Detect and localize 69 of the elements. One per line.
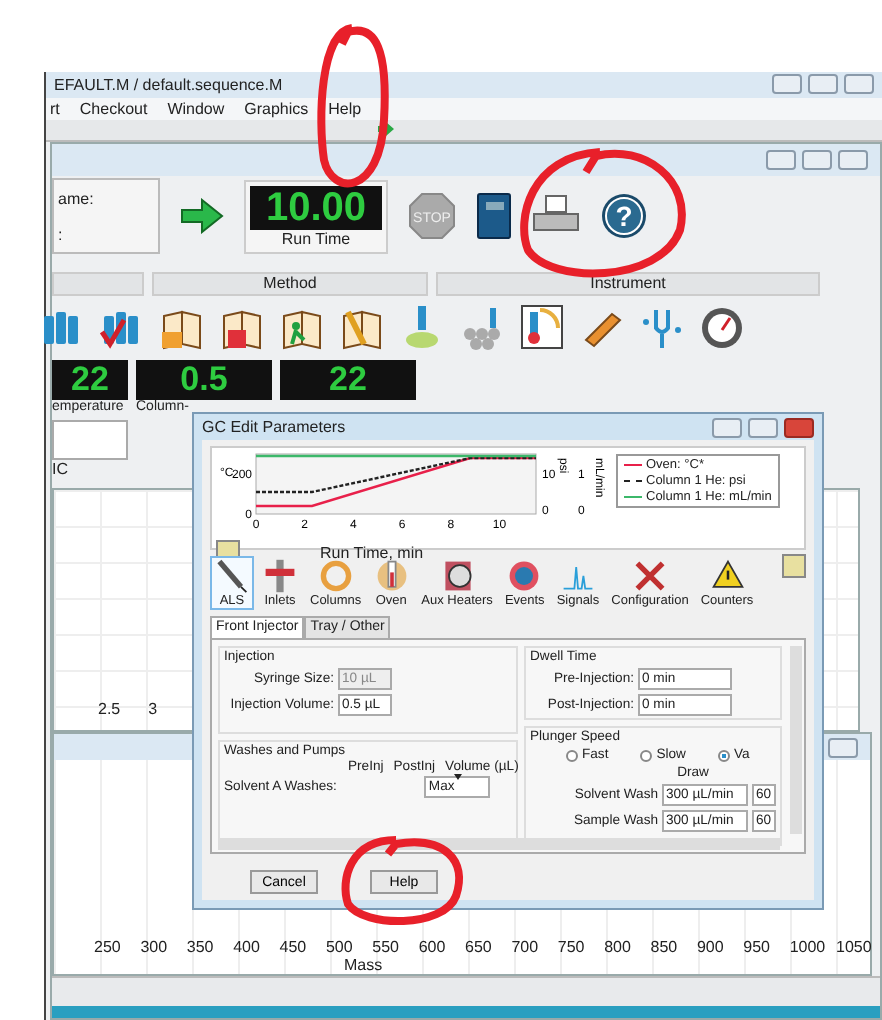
- section-header: Instrument: [436, 272, 820, 296]
- axis-tick-label: 1000: [789, 938, 828, 956]
- warning-icon: [709, 558, 745, 594]
- injector-icon[interactable]: [400, 304, 444, 352]
- gauge-icon: [439, 558, 476, 594]
- scrollbar[interactable]: [218, 838, 780, 850]
- axis-tick-label: 3: [148, 700, 158, 718]
- run-time-display: 10.00: [250, 185, 382, 229]
- section-header: [52, 272, 144, 296]
- maximize-button[interactable]: [748, 417, 778, 437]
- axis-tick-label: 400: [233, 938, 262, 956]
- axis-tick-label: 900: [696, 938, 726, 956]
- book-icon[interactable]: [476, 192, 512, 240]
- close-button[interactable]: [828, 737, 858, 757]
- axis-tick-label: 350: [186, 938, 216, 956]
- close-button[interactable]: [784, 417, 814, 437]
- axis-tick-label: 2.5: [98, 700, 121, 718]
- minimize-button[interactable]: [766, 150, 796, 170]
- menu-item[interactable]: Help: [328, 99, 362, 118]
- menu-item[interactable]: rt: [50, 99, 60, 118]
- axis-title: Mass: [344, 956, 383, 974]
- axis-tick-label: 800: [604, 938, 633, 956]
- coil-icon: [317, 558, 354, 594]
- close-button[interactable]: [844, 74, 874, 95]
- gauge-icon[interactable]: [700, 304, 744, 352]
- signal-box: [52, 420, 128, 460]
- field-label: :: [58, 225, 65, 243]
- axis-tick-label: 600: [418, 938, 448, 956]
- maximize-button[interactable]: [802, 150, 832, 170]
- window-title: EFAULT.M / default.sequence.M: [54, 75, 283, 94]
- axis-tick-label: 450: [279, 938, 309, 956]
- axis-tick-label: 250: [94, 938, 123, 956]
- scrollbar[interactable]: [790, 646, 802, 834]
- readout-display: 22: [52, 360, 128, 400]
- readout-display: 0.5: [136, 360, 272, 400]
- minimize-button[interactable]: [772, 74, 802, 95]
- axis-tick-label: 700: [511, 938, 541, 956]
- axis-tick-label: 500: [325, 938, 355, 956]
- signal-label: IC: [52, 460, 68, 478]
- section-header: Method: [152, 272, 428, 296]
- close-button[interactable]: [838, 150, 868, 170]
- maximize-button[interactable]: [808, 74, 838, 95]
- axis-tick-label: 1050: [836, 938, 874, 956]
- axis-tick-label: 850: [650, 938, 680, 956]
- dialog-title: GC Edit Parameters: [202, 418, 346, 436]
- syringe-icon: [214, 558, 250, 594]
- run-time-label: Run Time: [281, 229, 351, 247]
- menu-item[interactable]: Graphics: [244, 99, 309, 118]
- axis-title: Run Time, min: [320, 543, 424, 561]
- menu-item[interactable]: Checkout: [79, 99, 148, 118]
- arrow-icon[interactable]: [378, 122, 394, 137]
- menu-item[interactable]: Window: [167, 99, 225, 118]
- arrow-icon[interactable]: [180, 198, 224, 234]
- axis-tick-label: 550: [372, 938, 401, 956]
- help-icon[interactable]: ?: [600, 192, 648, 240]
- crossed-tools-icon: [631, 558, 668, 594]
- valve-icon: [262, 558, 298, 594]
- tray-icon[interactable]: [460, 304, 504, 352]
- thermometer-icon: [373, 558, 410, 594]
- clock-icon: [506, 558, 543, 594]
- axis-tick-label: 950: [743, 938, 772, 956]
- readout-display: 22: [280, 360, 416, 400]
- axis-tick-label: 650: [465, 938, 494, 956]
- minimize-button[interactable]: [712, 417, 742, 437]
- thermometer-icon[interactable]: [520, 304, 564, 352]
- name-label: ame:: [58, 189, 96, 207]
- axis-tick-label: 300: [140, 938, 170, 956]
- axis-tick-label: 750: [557, 938, 587, 956]
- tuning-fork-icon[interactable]: [640, 304, 684, 352]
